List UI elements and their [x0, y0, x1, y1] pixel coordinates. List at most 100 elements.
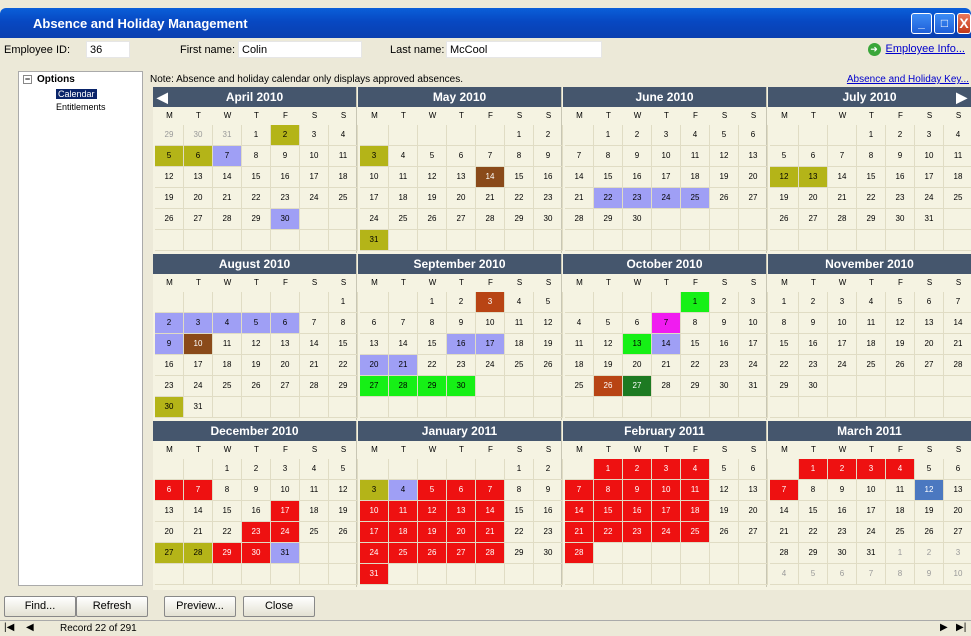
day-cell[interactable]: 28 — [944, 355, 971, 376]
close-button[interactable]: Close — [243, 596, 315, 617]
day-cell[interactable]: 27 — [271, 376, 300, 397]
last-record-icon[interactable]: ▶| — [956, 622, 966, 633]
next-month-arrow-icon[interactable]: ▶ — [956, 89, 967, 106]
day-cell[interactable]: 7 — [652, 313, 681, 334]
day-cell[interactable]: 22 — [799, 522, 828, 543]
day-cell[interactable]: 9 — [886, 146, 915, 167]
day-cell[interactable]: 6 — [944, 459, 971, 480]
day-cell[interactable]: 8 — [770, 313, 799, 334]
day-cell[interactable]: 13 — [739, 480, 768, 501]
day-cell[interactable]: 31 — [915, 209, 944, 230]
day-cell[interactable]: 26 — [242, 376, 271, 397]
day-cell[interactable]: 10 — [360, 501, 389, 522]
day-cell[interactable]: 12 — [770, 167, 799, 188]
day-cell[interactable]: 22 — [505, 188, 534, 209]
day-cell[interactable]: 29 — [155, 125, 184, 146]
day-cell[interactable]: 28 — [565, 209, 594, 230]
day-cell[interactable]: 5 — [710, 459, 739, 480]
day-cell[interactable]: 18 — [389, 522, 418, 543]
day-cell[interactable]: 29 — [505, 209, 534, 230]
day-cell[interactable]: 22 — [505, 522, 534, 543]
day-cell[interactable]: 27 — [799, 209, 828, 230]
day-cell[interactable]: 10 — [476, 313, 505, 334]
day-cell[interactable]: 22 — [594, 522, 623, 543]
day-cell[interactable]: 3 — [915, 125, 944, 146]
day-cell[interactable]: 13 — [184, 167, 213, 188]
day-cell[interactable]: 20 — [360, 355, 389, 376]
day-cell[interactable]: 27 — [739, 188, 768, 209]
absence-key-link[interactable]: Absence and Holiday Key... — [847, 74, 969, 85]
day-cell[interactable]: 1 — [886, 543, 915, 564]
title-bar[interactable]: Absence and Holiday Management _ □ X — [0, 8, 971, 38]
day-cell[interactable]: 4 — [389, 480, 418, 501]
day-cell[interactable]: 5 — [418, 480, 447, 501]
day-cell[interactable]: 19 — [886, 334, 915, 355]
day-cell[interactable]: 17 — [652, 167, 681, 188]
day-cell[interactable]: 13 — [799, 167, 828, 188]
day-cell[interactable]: 19 — [418, 522, 447, 543]
day-cell[interactable]: 24 — [739, 355, 768, 376]
day-cell[interactable]: 6 — [155, 480, 184, 501]
day-cell[interactable]: 9 — [447, 313, 476, 334]
day-cell[interactable]: 25 — [213, 376, 242, 397]
day-cell[interactable]: 9 — [155, 334, 184, 355]
day-cell[interactable]: 19 — [155, 188, 184, 209]
day-cell[interactable]: 4 — [389, 146, 418, 167]
day-cell[interactable]: 21 — [565, 188, 594, 209]
day-cell[interactable]: 17 — [271, 501, 300, 522]
day-cell[interactable]: 3 — [300, 125, 329, 146]
day-cell[interactable]: 23 — [799, 355, 828, 376]
day-cell[interactable]: 7 — [300, 313, 329, 334]
day-cell[interactable]: 26 — [534, 355, 563, 376]
day-cell[interactable]: 1 — [594, 125, 623, 146]
day-cell[interactable]: 8 — [799, 480, 828, 501]
day-cell[interactable]: 16 — [623, 167, 652, 188]
day-cell[interactable]: 2 — [828, 459, 857, 480]
day-cell[interactable]: 12 — [418, 501, 447, 522]
day-cell[interactable]: 22 — [213, 522, 242, 543]
day-cell[interactable]: 3 — [271, 459, 300, 480]
preview-button[interactable]: Preview... — [164, 596, 236, 617]
day-cell[interactable]: 6 — [915, 292, 944, 313]
day-cell[interactable]: 15 — [505, 167, 534, 188]
day-cell[interactable]: 30 — [799, 376, 828, 397]
day-cell[interactable]: 24 — [271, 522, 300, 543]
day-cell[interactable]: 10 — [652, 480, 681, 501]
day-cell[interactable]: 21 — [389, 355, 418, 376]
day-cell[interactable]: 10 — [271, 480, 300, 501]
day-cell[interactable]: 22 — [770, 355, 799, 376]
day-cell[interactable]: 14 — [213, 167, 242, 188]
day-cell[interactable]: 16 — [623, 501, 652, 522]
day-cell[interactable]: 2 — [155, 313, 184, 334]
day-cell[interactable]: 10 — [857, 480, 886, 501]
day-cell[interactable]: 31 — [360, 230, 389, 251]
day-cell[interactable]: 26 — [329, 522, 358, 543]
day-cell[interactable]: 21 — [476, 188, 505, 209]
day-cell[interactable]: 5 — [915, 459, 944, 480]
day-cell[interactable]: 4 — [329, 125, 358, 146]
day-cell[interactable]: 19 — [594, 355, 623, 376]
day-cell[interactable]: 20 — [944, 501, 971, 522]
day-cell[interactable]: 22 — [681, 355, 710, 376]
day-cell[interactable]: 12 — [329, 480, 358, 501]
day-cell[interactable]: 12 — [155, 167, 184, 188]
day-cell[interactable]: 26 — [594, 376, 623, 397]
day-cell[interactable]: 17 — [739, 334, 768, 355]
day-cell[interactable]: 24 — [652, 188, 681, 209]
day-cell[interactable]: 7 — [565, 146, 594, 167]
day-cell[interactable]: 21 — [300, 355, 329, 376]
day-cell[interactable]: 7 — [944, 292, 971, 313]
day-cell[interactable]: 7 — [476, 480, 505, 501]
day-cell[interactable]: 17 — [476, 334, 505, 355]
day-cell[interactable]: 9 — [623, 146, 652, 167]
day-cell[interactable]: 17 — [915, 167, 944, 188]
day-cell[interactable]: 21 — [213, 188, 242, 209]
day-cell[interactable]: 25 — [857, 355, 886, 376]
day-cell[interactable]: 26 — [155, 209, 184, 230]
day-cell[interactable]: 27 — [184, 209, 213, 230]
day-cell[interactable]: 4 — [886, 459, 915, 480]
day-cell[interactable]: 28 — [389, 376, 418, 397]
day-cell[interactable]: 6 — [623, 313, 652, 334]
day-cell[interactable]: 15 — [681, 334, 710, 355]
day-cell[interactable]: 14 — [300, 334, 329, 355]
